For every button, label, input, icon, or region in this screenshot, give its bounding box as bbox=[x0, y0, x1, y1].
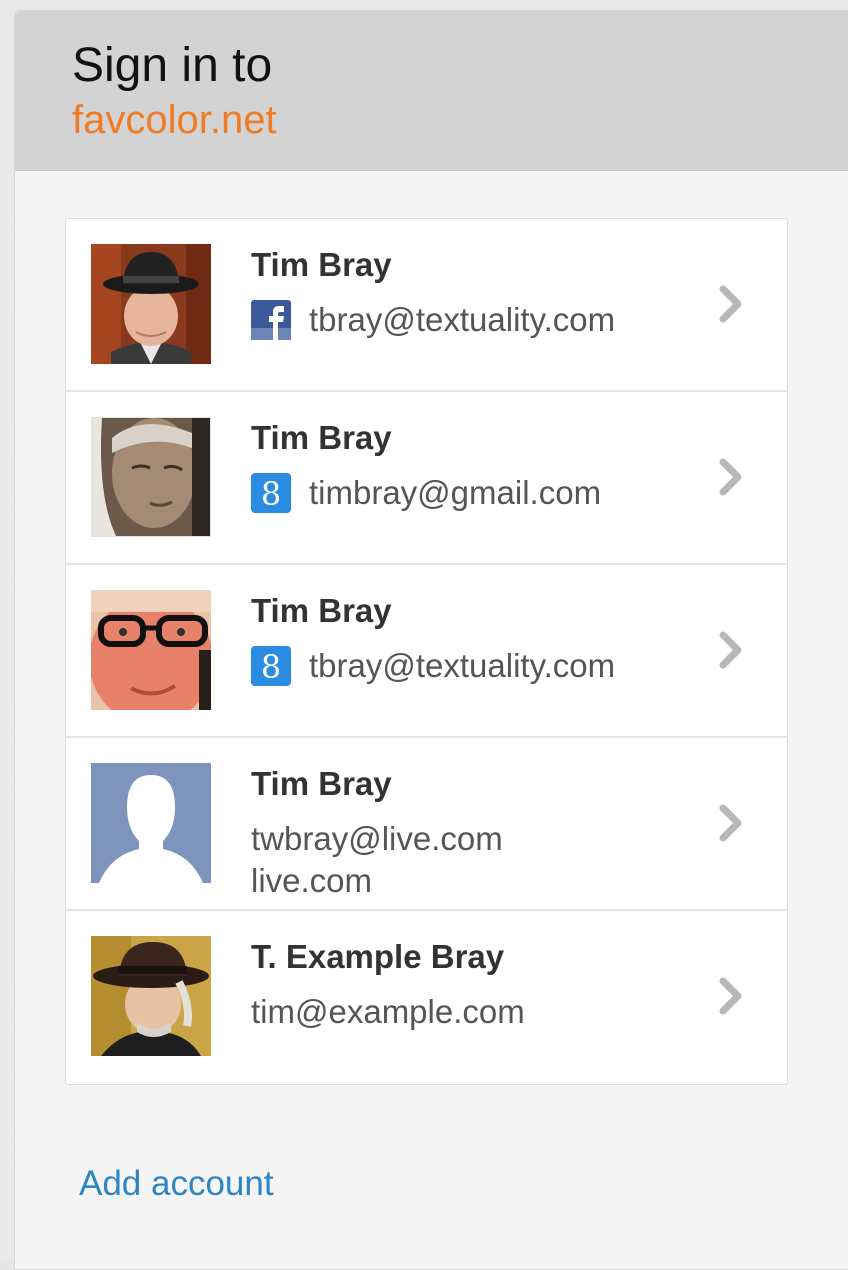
site-name: favcolor.net bbox=[72, 98, 277, 142]
svg-text:8: 8 bbox=[261, 648, 281, 686]
google-icon: 8 bbox=[251, 473, 291, 513]
account-row-5[interactable]: T. Example Bray tim@example.com bbox=[66, 911, 787, 1084]
account-name: Tim Bray bbox=[251, 419, 392, 456]
account-list: Tim Bray tbray@textuality.com Tim Bray 8… bbox=[65, 218, 788, 1085]
account-provider-label: live.com bbox=[251, 862, 373, 899]
account-email: tim@example.com bbox=[251, 993, 525, 1030]
account-row-1[interactable]: Tim Bray tbray@textuality.com bbox=[66, 219, 787, 392]
account-row-2[interactable]: Tim Bray 8 timbray@gmail.com bbox=[66, 392, 787, 565]
account-name: Tim Bray bbox=[251, 765, 392, 802]
page-title: Sign in to bbox=[72, 39, 273, 92]
avatar bbox=[91, 244, 211, 364]
account-email: tbray@textuality.com bbox=[309, 301, 616, 338]
account-name: Tim Bray bbox=[251, 246, 392, 283]
account-email-line: twbray@live.com bbox=[251, 818, 503, 860]
signin-header: Sign in to favcolor.net bbox=[15, 11, 848, 171]
chevron-right-icon bbox=[719, 285, 742, 323]
chevron-right-icon bbox=[719, 977, 742, 1015]
chevron-right-icon bbox=[719, 804, 742, 842]
avatar bbox=[91, 417, 211, 537]
chevron-right-icon bbox=[719, 631, 742, 669]
account-email: twbray@live.com bbox=[251, 820, 503, 857]
facebook-icon bbox=[251, 300, 291, 340]
avatar bbox=[91, 590, 211, 710]
add-account-link[interactable]: Add account bbox=[79, 1164, 274, 1204]
account-name: T. Example Bray bbox=[251, 938, 505, 975]
account-name: Tim Bray bbox=[251, 592, 392, 629]
default-avatar-icon bbox=[91, 763, 211, 883]
chevron-right-icon bbox=[719, 458, 742, 496]
avatar bbox=[91, 936, 211, 1056]
account-email-line: 8 timbray@gmail.com bbox=[251, 472, 601, 514]
account-email-line: tim@example.com bbox=[251, 991, 525, 1033]
account-email-line: tbray@textuality.com bbox=[251, 299, 615, 341]
account-email: tbray@textuality.com bbox=[309, 647, 616, 684]
svg-text:8: 8 bbox=[261, 475, 281, 513]
google-icon: 8 bbox=[251, 646, 291, 686]
account-email: timbray@gmail.com bbox=[309, 474, 602, 511]
account-row-4[interactable]: Tim Bray twbray@live.com live.com bbox=[66, 738, 787, 911]
account-email-line: 8 tbray@textuality.com bbox=[251, 645, 615, 687]
account-row-3[interactable]: Tim Bray 8 tbray@textuality.com bbox=[66, 565, 787, 738]
